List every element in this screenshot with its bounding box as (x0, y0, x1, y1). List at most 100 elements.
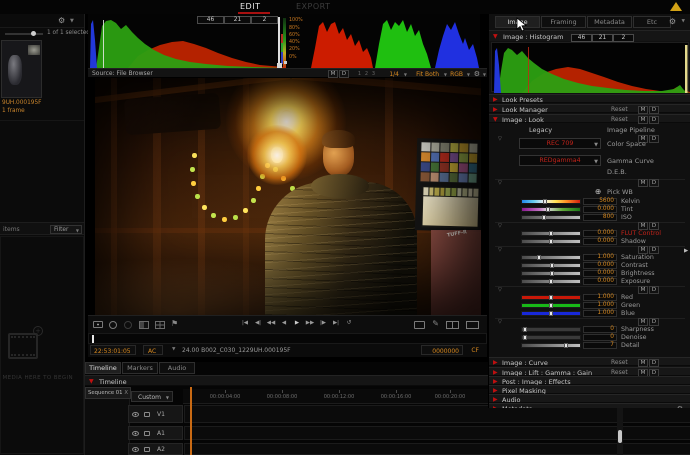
flut-value[interactable]: 0.000 (583, 230, 617, 237)
filter-button[interactable]: Filter ▼ (50, 225, 82, 234)
fullscreen-icon[interactable] (466, 321, 479, 329)
reset-button[interactable]: Reset (611, 106, 628, 114)
record-icon[interactable] (124, 321, 132, 329)
m-button[interactable]: M (638, 222, 648, 230)
sharpness-value[interactable]: 0 (583, 326, 617, 333)
d-button[interactable]: D (649, 246, 659, 254)
iso-value[interactable]: 800 (583, 214, 617, 221)
denoise-slider[interactable] (521, 335, 581, 340)
panel-gear-icon[interactable]: ⚙ (669, 17, 676, 26)
track-header-v1[interactable]: V1 (128, 405, 183, 423)
flut-slider[interactable] (521, 231, 581, 236)
sequence-tab[interactable]: Sequence 01 X (85, 387, 131, 399)
clip-thumbnail[interactable] (1, 40, 42, 98)
scrub-bar[interactable] (88, 333, 487, 344)
detail-slider[interactable] (521, 343, 581, 348)
screen-1-button[interactable]: 1 (358, 71, 361, 77)
step-forward-button[interactable]: |▶ (318, 320, 328, 326)
kelvin-slider[interactable] (521, 199, 581, 204)
slider-handle[interactable] (542, 199, 547, 204)
section-expand-icon[interactable]: ▶ (493, 106, 498, 114)
zoom-dropdown[interactable]: 1/4 (389, 71, 399, 78)
slider-handle[interactable] (546, 207, 551, 212)
pencil-icon[interactable]: ✎ (432, 319, 439, 328)
color-space-dropdown[interactable]: REC 709 ▼ (519, 138, 601, 149)
fast-forward-button[interactable]: ▶▶ (305, 320, 315, 326)
viewer-canvas[interactable]: TUFF-R (88, 78, 487, 315)
tab-timeline[interactable]: Timeline (85, 362, 121, 374)
slider-handle[interactable] (549, 263, 554, 268)
track-lane-a1[interactable] (184, 426, 690, 440)
ab-compare-icon[interactable] (139, 321, 149, 329)
section-image-look[interactable]: ▼ Image : Look Reset M D (489, 114, 690, 124)
contrast-slider[interactable] (521, 263, 581, 268)
iso-slider[interactable] (521, 215, 581, 220)
timecode-box[interactable]: 22:53:01:05 (90, 345, 136, 355)
section-pixel-masking[interactable]: ▶ Pixel Masking (489, 385, 690, 395)
section-expand-icon[interactable]: ▶ (493, 405, 498, 408)
thumb-size-slider[interactable] (5, 31, 43, 36)
slider-handle[interactable] (549, 279, 554, 284)
group-arrow-icon[interactable]: ▽ (498, 136, 502, 142)
section-look-manager[interactable]: ▶ Look Manager Reset M D (489, 104, 690, 114)
loop-button[interactable]: ↺ (344, 320, 354, 326)
fit-dropdown[interactable]: Fit Both (416, 71, 439, 78)
rewind-button[interactable]: ◀◀ (266, 320, 276, 326)
monitor-m-button[interactable]: M (328, 70, 338, 78)
section-look-presets[interactable]: ▶ Look Presets (489, 94, 690, 104)
gear-icon[interactable]: ⚙ (58, 16, 65, 25)
shadow-slider[interactable] (521, 239, 581, 244)
slider-handle[interactable] (548, 303, 553, 308)
blue-gain-slider[interactable] (521, 311, 581, 316)
tab-etc[interactable]: Etc (633, 16, 671, 28)
d-button[interactable]: D (649, 135, 659, 143)
m-button[interactable]: M (638, 318, 648, 326)
clip-dropdown-icon[interactable]: ▼ (172, 347, 175, 352)
channel-dropdown[interactable]: RGB (450, 71, 463, 78)
tc-mode-box[interactable]: AC (143, 345, 163, 355)
slider-handle[interactable] (536, 255, 541, 260)
group-arrow-icon[interactable]: ▽ (498, 223, 502, 229)
warning-triangle-icon[interactable] (670, 2, 682, 11)
d-button[interactable]: D (649, 115, 659, 124)
viewer-gear-icon[interactable]: ⚙ (474, 70, 480, 78)
group-arrow-icon[interactable]: ▽ (498, 180, 502, 186)
slider-handle[interactable] (523, 335, 528, 340)
slider-handle[interactable] (563, 343, 568, 348)
tab-audio[interactable]: Audio (159, 362, 195, 374)
m-button[interactable]: M (638, 286, 648, 294)
tab-edit[interactable]: EDIT (240, 2, 260, 11)
reset-button[interactable]: Reset (611, 116, 628, 124)
section-expand-icon[interactable]: ▶ (493, 359, 498, 367)
slider-handle[interactable] (549, 231, 554, 236)
tint-slider[interactable] (521, 207, 581, 212)
thumb-size-handle[interactable] (31, 31, 36, 36)
slider-handle[interactable] (548, 239, 553, 244)
goto-end-button[interactable]: ▶| (331, 320, 341, 326)
media-dropzone[interactable]: + DRAG MEDIA HERE TO BEGIN (0, 236, 84, 454)
d-button[interactable]: D (649, 358, 659, 367)
section-collapse-icon[interactable]: ▼ (493, 116, 498, 124)
screen-3-button[interactable]: 3 (372, 71, 375, 77)
sharpness-slider[interactable] (521, 327, 581, 332)
lock-icon[interactable] (144, 431, 150, 436)
denoise-value[interactable]: 0 (583, 334, 617, 341)
d-button[interactable]: D (649, 286, 659, 294)
play-button[interactable]: ▶ (292, 320, 302, 326)
exposure-value[interactable]: 0.000 (583, 278, 617, 285)
d-button[interactable]: D (649, 179, 659, 187)
flag-icon[interactable]: ⚑ (171, 319, 178, 328)
tab-metadata[interactable]: Metadata (587, 16, 632, 28)
m-button[interactable]: M (638, 358, 648, 367)
dual-screen-icon[interactable] (446, 321, 459, 329)
monitor-icon[interactable] (414, 321, 425, 329)
group-arrow-icon[interactable]: ▽ (498, 319, 502, 325)
eye-icon[interactable] (132, 431, 139, 436)
eye-icon[interactable] (132, 412, 139, 417)
tab-markers[interactable]: Markers (122, 362, 158, 374)
pick-wb-crosshair-icon[interactable]: ⊕ (595, 187, 601, 196)
d-button[interactable]: D (649, 105, 659, 114)
track-lane-a2[interactable] (184, 443, 690, 455)
lock-icon[interactable] (144, 447, 150, 452)
green-gain-slider[interactable] (521, 303, 581, 308)
